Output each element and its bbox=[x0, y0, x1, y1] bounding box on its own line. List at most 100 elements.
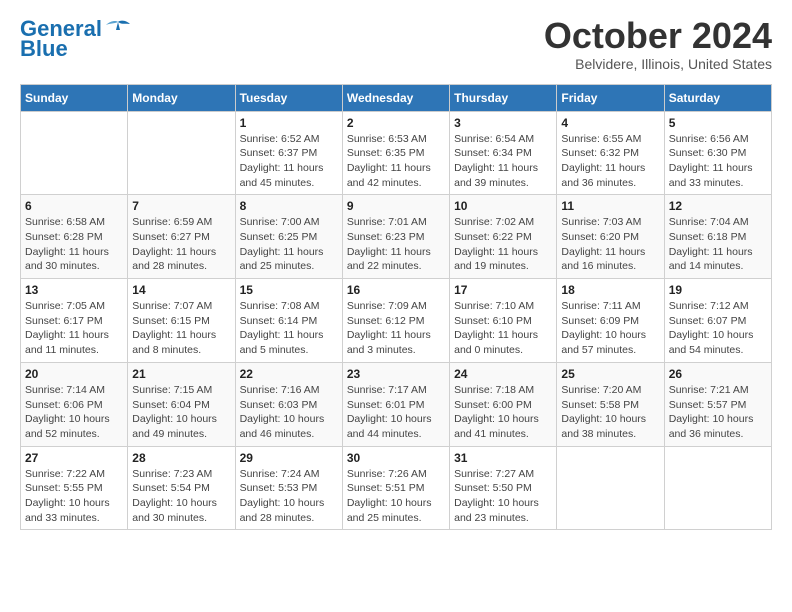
calendar-cell: 25 Sunrise: 7:20 AM Sunset: 5:58 PM Dayli… bbox=[557, 362, 664, 446]
day-number: 13 bbox=[25, 283, 123, 297]
day-detail: Sunrise: 6:56 AM Sunset: 6:30 PM Dayligh… bbox=[669, 132, 767, 191]
day-detail: Sunrise: 7:12 AM Sunset: 6:07 PM Dayligh… bbox=[669, 299, 767, 358]
calendar-cell: 10 Sunrise: 7:02 AM Sunset: 6:22 PM Dayli… bbox=[450, 195, 557, 279]
page-header: General Blue October 2024 Belvidere, Ill… bbox=[20, 16, 772, 72]
calendar-cell: 2 Sunrise: 6:53 AM Sunset: 6:35 PM Daylig… bbox=[342, 111, 449, 195]
subtitle: Belvidere, Illinois, United States bbox=[544, 56, 772, 72]
day-detail: Sunrise: 6:55 AM Sunset: 6:32 PM Dayligh… bbox=[561, 132, 659, 191]
day-detail: Sunrise: 7:09 AM Sunset: 6:12 PM Dayligh… bbox=[347, 299, 445, 358]
day-number: 1 bbox=[240, 116, 338, 130]
calendar-cell: 20 Sunrise: 7:14 AM Sunset: 6:06 PM Dayli… bbox=[21, 362, 128, 446]
calendar-cell bbox=[128, 111, 235, 195]
day-header-thursday: Thursday bbox=[450, 84, 557, 111]
calendar-cell bbox=[21, 111, 128, 195]
day-number: 28 bbox=[132, 451, 230, 465]
calendar-cell: 19 Sunrise: 7:12 AM Sunset: 6:07 PM Dayli… bbox=[664, 279, 771, 363]
day-detail: Sunrise: 6:52 AM Sunset: 6:37 PM Dayligh… bbox=[240, 132, 338, 191]
day-number: 4 bbox=[561, 116, 659, 130]
calendar-cell: 16 Sunrise: 7:09 AM Sunset: 6:12 PM Dayli… bbox=[342, 279, 449, 363]
day-number: 21 bbox=[132, 367, 230, 381]
day-detail: Sunrise: 7:01 AM Sunset: 6:23 PM Dayligh… bbox=[347, 215, 445, 274]
day-detail: Sunrise: 7:18 AM Sunset: 6:00 PM Dayligh… bbox=[454, 383, 552, 442]
day-number: 17 bbox=[454, 283, 552, 297]
day-detail: Sunrise: 7:17 AM Sunset: 6:01 PM Dayligh… bbox=[347, 383, 445, 442]
calendar-cell: 1 Sunrise: 6:52 AM Sunset: 6:37 PM Daylig… bbox=[235, 111, 342, 195]
day-number: 16 bbox=[347, 283, 445, 297]
day-number: 30 bbox=[347, 451, 445, 465]
day-detail: Sunrise: 7:14 AM Sunset: 6:06 PM Dayligh… bbox=[25, 383, 123, 442]
day-header-tuesday: Tuesday bbox=[235, 84, 342, 111]
calendar-cell: 30 Sunrise: 7:26 AM Sunset: 5:51 PM Dayli… bbox=[342, 446, 449, 530]
day-detail: Sunrise: 6:53 AM Sunset: 6:35 PM Dayligh… bbox=[347, 132, 445, 191]
day-detail: Sunrise: 7:05 AM Sunset: 6:17 PM Dayligh… bbox=[25, 299, 123, 358]
day-number: 18 bbox=[561, 283, 659, 297]
day-number: 31 bbox=[454, 451, 552, 465]
day-number: 5 bbox=[669, 116, 767, 130]
day-detail: Sunrise: 7:03 AM Sunset: 6:20 PM Dayligh… bbox=[561, 215, 659, 274]
day-header-monday: Monday bbox=[128, 84, 235, 111]
calendar-cell: 28 Sunrise: 7:23 AM Sunset: 5:54 PM Dayli… bbox=[128, 446, 235, 530]
day-number: 26 bbox=[669, 367, 767, 381]
day-number: 29 bbox=[240, 451, 338, 465]
calendar-cell: 7Sunrise: 6:59 AM Sunset: 6:27 PM Daylig… bbox=[128, 195, 235, 279]
day-detail: Sunrise: 6:58 AM Sunset: 6:28 PM Dayligh… bbox=[25, 215, 123, 274]
day-header-friday: Friday bbox=[557, 84, 664, 111]
day-number: 8 bbox=[240, 199, 338, 213]
day-header-saturday: Saturday bbox=[664, 84, 771, 111]
day-number: 15 bbox=[240, 283, 338, 297]
day-number: 23 bbox=[347, 367, 445, 381]
calendar-cell: 8 Sunrise: 7:00 AM Sunset: 6:25 PM Daylig… bbox=[235, 195, 342, 279]
logo: General Blue bbox=[20, 16, 132, 62]
calendar-cell: 5 Sunrise: 6:56 AM Sunset: 6:30 PM Daylig… bbox=[664, 111, 771, 195]
calendar-cell: 17Sunrise: 7:10 AM Sunset: 6:10 PM Dayli… bbox=[450, 279, 557, 363]
calendar-cell: 31 Sunrise: 7:27 AM Sunset: 5:50 PM Dayli… bbox=[450, 446, 557, 530]
day-number: 3 bbox=[454, 116, 552, 130]
day-detail: Sunrise: 7:22 AM Sunset: 5:55 PM Dayligh… bbox=[25, 467, 123, 526]
day-detail: Sunrise: 7:27 AM Sunset: 5:50 PM Dayligh… bbox=[454, 467, 552, 526]
calendar-cell: 4 Sunrise: 6:55 AM Sunset: 6:32 PM Daylig… bbox=[557, 111, 664, 195]
calendar-cell: 12 Sunrise: 7:04 AM Sunset: 6:18 PM Dayli… bbox=[664, 195, 771, 279]
day-detail: Sunrise: 7:20 AM Sunset: 5:58 PM Dayligh… bbox=[561, 383, 659, 442]
calendar-cell: 14Sunrise: 7:07 AM Sunset: 6:15 PM Dayli… bbox=[128, 279, 235, 363]
day-number: 20 bbox=[25, 367, 123, 381]
day-number: 10 bbox=[454, 199, 552, 213]
calendar-cell bbox=[664, 446, 771, 530]
day-number: 6 bbox=[25, 199, 123, 213]
day-detail: Sunrise: 7:04 AM Sunset: 6:18 PM Dayligh… bbox=[669, 215, 767, 274]
calendar-cell bbox=[557, 446, 664, 530]
calendar-cell: 6 Sunrise: 6:58 AM Sunset: 6:28 PM Daylig… bbox=[21, 195, 128, 279]
main-title: October 2024 bbox=[544, 16, 772, 56]
day-detail: Sunrise: 7:02 AM Sunset: 6:22 PM Dayligh… bbox=[454, 215, 552, 274]
day-detail: Sunrise: 7:07 AM Sunset: 6:15 PM Dayligh… bbox=[132, 299, 230, 358]
calendar-cell: 24 Sunrise: 7:18 AM Sunset: 6:00 PM Dayli… bbox=[450, 362, 557, 446]
day-number: 25 bbox=[561, 367, 659, 381]
calendar-cell: 3 Sunrise: 6:54 AM Sunset: 6:34 PM Daylig… bbox=[450, 111, 557, 195]
day-detail: Sunrise: 7:15 AM Sunset: 6:04 PM Dayligh… bbox=[132, 383, 230, 442]
day-number: 2 bbox=[347, 116, 445, 130]
logo-bird-icon bbox=[104, 20, 132, 38]
day-detail: Sunrise: 7:21 AM Sunset: 5:57 PM Dayligh… bbox=[669, 383, 767, 442]
day-detail: Sunrise: 7:26 AM Sunset: 5:51 PM Dayligh… bbox=[347, 467, 445, 526]
calendar-cell: 18Sunrise: 7:11 AM Sunset: 6:09 PM Dayli… bbox=[557, 279, 664, 363]
day-number: 12 bbox=[669, 199, 767, 213]
calendar-cell: 9 Sunrise: 7:01 AM Sunset: 6:23 PM Daylig… bbox=[342, 195, 449, 279]
day-header-wednesday: Wednesday bbox=[342, 84, 449, 111]
calendar-cell: 21 Sunrise: 7:15 AM Sunset: 6:04 PM Dayli… bbox=[128, 362, 235, 446]
day-detail: Sunrise: 7:16 AM Sunset: 6:03 PM Dayligh… bbox=[240, 383, 338, 442]
day-detail: Sunrise: 7:24 AM Sunset: 5:53 PM Dayligh… bbox=[240, 467, 338, 526]
calendar-cell: 27Sunrise: 7:22 AM Sunset: 5:55 PM Dayli… bbox=[21, 446, 128, 530]
calendar-table: SundayMondayTuesdayWednesdayThursdayFrid… bbox=[20, 84, 772, 531]
day-detail: Sunrise: 7:23 AM Sunset: 5:54 PM Dayligh… bbox=[132, 467, 230, 526]
day-number: 7 bbox=[132, 199, 230, 213]
day-number: 19 bbox=[669, 283, 767, 297]
day-detail: Sunrise: 7:00 AM Sunset: 6:25 PM Dayligh… bbox=[240, 215, 338, 274]
logo-blue-text: Blue bbox=[20, 36, 68, 62]
calendar-cell: 11Sunrise: 7:03 AM Sunset: 6:20 PM Dayli… bbox=[557, 195, 664, 279]
calendar-cell: 13 Sunrise: 7:05 AM Sunset: 6:17 PM Dayli… bbox=[21, 279, 128, 363]
day-detail: Sunrise: 6:54 AM Sunset: 6:34 PM Dayligh… bbox=[454, 132, 552, 191]
day-number: 24 bbox=[454, 367, 552, 381]
calendar-cell: 23 Sunrise: 7:17 AM Sunset: 6:01 PM Dayli… bbox=[342, 362, 449, 446]
calendar-cell: 15Sunrise: 7:08 AM Sunset: 6:14 PM Dayli… bbox=[235, 279, 342, 363]
day-number: 22 bbox=[240, 367, 338, 381]
day-number: 9 bbox=[347, 199, 445, 213]
